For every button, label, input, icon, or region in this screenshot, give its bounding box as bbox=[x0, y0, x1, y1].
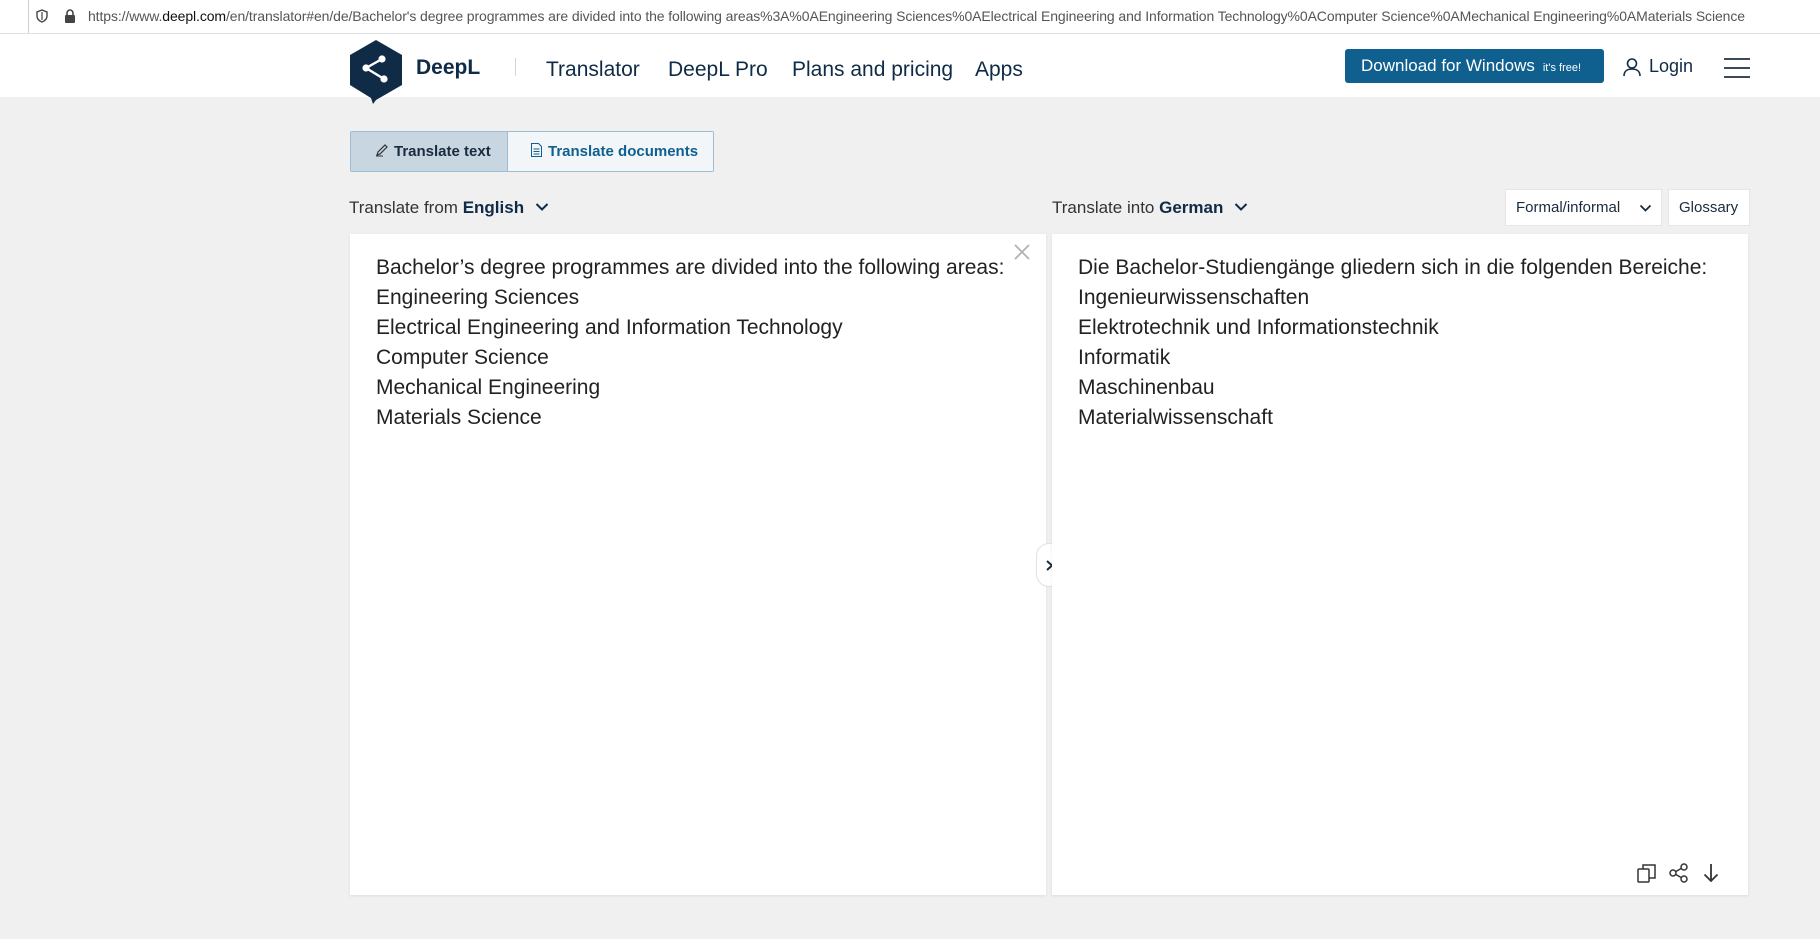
document-icon bbox=[531, 143, 542, 157]
source-text[interactable]: Bachelor’s degree programmes are divided… bbox=[376, 253, 1004, 433]
brand-name[interactable]: DeepL bbox=[416, 56, 480, 80]
login-label: Login bbox=[1649, 56, 1694, 76]
nav-apps[interactable]: Apps bbox=[975, 58, 1023, 82]
close-icon[interactable] bbox=[1013, 243, 1031, 261]
translated-text[interactable]: Die Bachelor-Studiengänge gliedern sich … bbox=[1078, 253, 1707, 433]
mode-tabs: Translate text Translate documents bbox=[350, 131, 714, 172]
url-text[interactable]: https://www.deepl.com/en/translator#en/d… bbox=[88, 8, 1745, 24]
source-line: Computer Science bbox=[376, 346, 549, 369]
chevron-down-icon bbox=[1639, 204, 1652, 212]
source-language-prefix: Translate from bbox=[349, 198, 463, 217]
tab-translate-documents-label: Translate documents bbox=[548, 143, 699, 160]
source-line: Bachelor’s degree programmes are divided… bbox=[376, 256, 1005, 279]
tab-translate-text[interactable]: Translate text bbox=[351, 132, 508, 171]
user-icon bbox=[1623, 58, 1641, 77]
source-line: Electrical Engineering and Information T… bbox=[376, 316, 843, 339]
target-language-selector[interactable]: Translate into German bbox=[1052, 198, 1248, 218]
url-prefix: https://www. bbox=[88, 8, 163, 24]
download-icon[interactable] bbox=[1700, 862, 1722, 884]
formality-label: Formal/informal bbox=[1516, 199, 1621, 216]
glossary-button[interactable]: Glossary bbox=[1668, 189, 1750, 226]
target-line: Die Bachelor-Studiengänge gliedern sich … bbox=[1078, 256, 1708, 279]
target-line: Materialwissenschaft bbox=[1078, 406, 1273, 429]
download-for-windows-button[interactable]: Download for Windows it's free! bbox=[1345, 49, 1604, 83]
menu-icon[interactable] bbox=[1724, 58, 1750, 78]
target-text-area[interactable]: Die Bachelor-Studiengänge gliedern sich … bbox=[1052, 234, 1748, 895]
nav-translator[interactable]: Translator bbox=[546, 58, 640, 82]
source-line: Engineering Sciences bbox=[376, 286, 580, 309]
target-line: Informatik bbox=[1078, 346, 1171, 369]
download-label: Download for Windows bbox=[1361, 56, 1535, 75]
chevron-down-icon bbox=[535, 203, 549, 211]
source-line: Mechanical Engineering bbox=[376, 376, 601, 399]
target-language-prefix: Translate into bbox=[1052, 198, 1160, 217]
nav-deepl-pro[interactable]: DeepL Pro bbox=[668, 58, 768, 82]
url-path: /en/translator#en/de/Bachelor's degree p… bbox=[225, 8, 1745, 24]
source-text-area[interactable]: Bachelor’s degree programmes are divided… bbox=[350, 234, 1046, 895]
chevron-down-icon bbox=[1234, 203, 1248, 211]
url-domain: deepl.com bbox=[162, 8, 226, 24]
header-divider bbox=[515, 58, 516, 76]
target-line: Elektrotechnik und Informationstechnik bbox=[1078, 316, 1439, 339]
browser-url-bar[interactable]: https://www.deepl.com/en/translator#en/d… bbox=[0, 0, 1820, 34]
download-badge: it's free! bbox=[1542, 62, 1582, 74]
source-line: Materials Science bbox=[376, 406, 542, 429]
shield-icon[interactable] bbox=[36, 9, 48, 23]
lock-icon[interactable] bbox=[64, 9, 76, 23]
target-language-name: German bbox=[1159, 198, 1224, 217]
source-language-name: English bbox=[462, 198, 525, 217]
nav-plans-and-pricing[interactable]: Plans and pricing bbox=[792, 58, 953, 82]
formality-dropdown[interactable]: Formal/informal bbox=[1505, 189, 1662, 226]
copy-icon[interactable] bbox=[1636, 862, 1658, 884]
target-line: Maschinenbau bbox=[1078, 376, 1215, 399]
target-line: Ingenieurwissenschaften bbox=[1078, 286, 1310, 309]
source-language-selector[interactable]: Translate from English bbox=[349, 198, 549, 218]
share-icon[interactable] bbox=[1668, 862, 1690, 884]
deepl-logo-icon[interactable] bbox=[349, 40, 403, 104]
tab-translate-text-label: Translate text bbox=[394, 143, 491, 160]
tab-translate-documents[interactable]: Translate documents bbox=[508, 132, 713, 171]
pen-icon bbox=[376, 144, 388, 157]
